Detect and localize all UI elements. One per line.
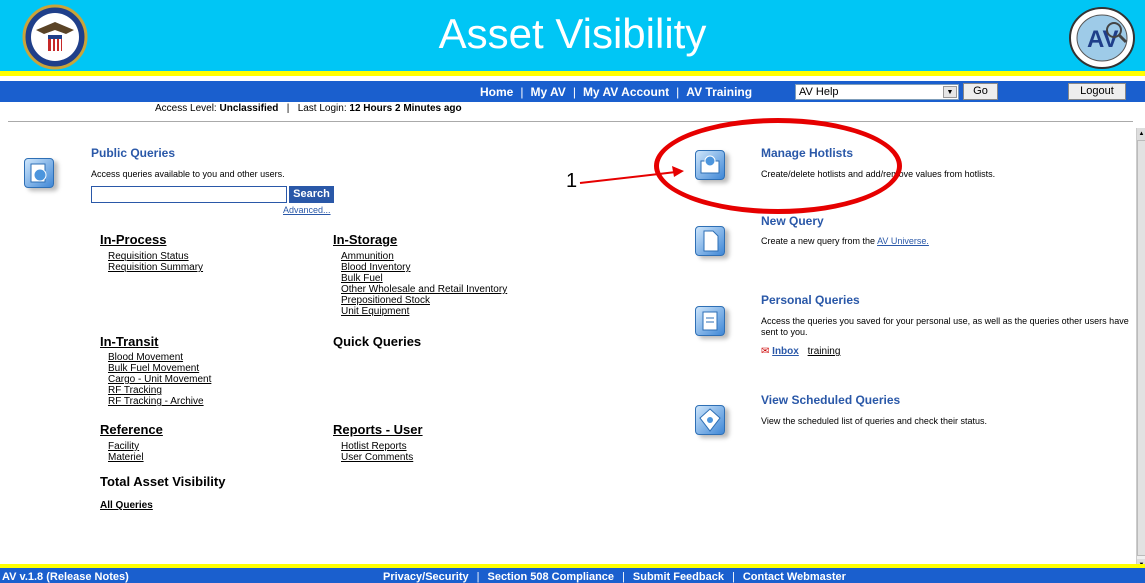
total-asset-visibility-title[interactable]: Total Asset Visibility [100,474,225,489]
advanced-search-link[interactable]: Advanced... [283,205,331,215]
footer-separator: | [476,571,480,583]
list-item[interactable]: Bulk Fuel Movement [108,363,211,374]
list-item[interactable]: Materiel [108,452,144,463]
search-input[interactable] [91,186,287,203]
scroll-thumb[interactable] [1137,140,1145,556]
list-item[interactable]: Facility [108,441,144,452]
all-queries-list: All Queries [100,500,153,511]
new-query-title[interactable]: New Query [761,214,824,228]
in-transit-list: Blood Movement Bulk Fuel Movement Cargo … [108,352,211,407]
scheduled-queries-description: View the scheduled list of queries and c… [761,416,987,426]
list-item[interactable]: User Comments [341,452,413,463]
nav-links: Home | My AV | My AV Account | AV Training [480,85,752,99]
in-storage-list: Ammunition Blood Inventory Bulk Fuel Oth… [341,251,507,317]
reference-list: Facility Materiel [108,441,144,463]
in-process-list: Requisition Status Requisition Summary [108,251,203,273]
nav-home-link[interactable]: Home [480,85,513,99]
nav-my-av-account-link[interactable]: My AV Account [583,85,669,99]
help-select[interactable]: AV Help ▼ [795,84,959,100]
in-process-title[interactable]: In-Process [100,232,166,247]
scheduled-queries-title[interactable]: View Scheduled Queries [761,393,900,407]
svg-text:AV: AV [1087,26,1119,53]
list-item[interactable]: Prepositioned Stock [341,295,507,306]
footer-links: Privacy/Security | Section 508 Compliance |… [383,571,846,583]
list-item[interactable]: RF Tracking - Archive [108,396,211,407]
inbox-link[interactable]: Inbox [772,346,799,357]
nav-separator: | [572,85,576,99]
all-queries-link[interactable]: All Queries [100,500,153,511]
list-item[interactable]: Other Wholesale and Retail Inventory [341,284,507,295]
public-queries-icon[interactable] [24,158,54,188]
nav-separator: | [676,85,680,99]
training-link[interactable]: training [808,346,841,357]
list-item[interactable]: Unit Equipment [341,306,507,317]
list-item[interactable]: Bulk Fuel [341,273,507,284]
section-508-link[interactable]: Section 508 Compliance [487,571,614,583]
search-button[interactable]: Search [289,186,334,203]
nav-separator: | [520,85,524,99]
app-title: Asset Visibility [438,10,707,57]
nav-bar: Home | My AV | My AV Account | AV Training AV … [0,81,1145,102]
reference-title[interactable]: Reference [100,422,163,437]
public-queries-description: Access queries available to you and othe… [91,169,285,179]
list-item[interactable]: Requisition Status [108,251,203,262]
access-separator: | [281,103,295,114]
version-release-notes-link[interactable]: AV v.1.8 (Release Notes) [2,571,129,583]
nav-av-training-link[interactable]: AV Training [686,85,752,99]
in-storage-title[interactable]: In-Storage [333,232,397,247]
header-banner: Asset Visibility AV [0,0,1145,76]
quick-queries-title[interactable]: Quick Queries [333,334,421,349]
access-info: Access Level: Unclassified | Last Login:… [155,103,462,114]
list-item[interactable]: Cargo - Unit Movement [108,374,211,385]
annotation-number: 1 [566,170,578,192]
last-login-value: 12 Hours 2 Minutes ago [349,103,462,114]
list-item[interactable]: Requisition Summary [108,262,203,273]
footer-separator: | [622,571,625,583]
vertical-scrollbar[interactable]: ▲ ▼ [1136,128,1145,579]
list-item[interactable]: Blood Movement [108,352,211,363]
new-query-icon[interactable] [695,226,725,256]
list-item[interactable]: RF Tracking [108,385,211,396]
access-level-label: Access Level: [155,103,217,114]
go-button[interactable]: Go [963,83,998,100]
av-universe-link[interactable]: AV Universe. [877,236,929,246]
personal-queries-title[interactable]: Personal Queries [761,293,860,307]
annotation-ellipse [654,118,902,214]
annotation-arrow-icon [579,166,684,184]
new-query-description: Create a new query from the AV Universe. [761,236,929,246]
personal-queries-icon[interactable] [695,306,725,336]
list-item[interactable]: Hotlist Reports [341,441,413,452]
privacy-security-link[interactable]: Privacy/Security [383,571,469,583]
scheduled-queries-icon[interactable] [695,405,725,435]
new-query-description-text: Create a new query from the [761,236,878,246]
access-level-value: Unclassified [219,103,279,114]
av-logo: AV [1068,6,1136,70]
logout-button[interactable]: Logout [1068,83,1126,100]
last-login-label: Last Login: [297,103,347,114]
help-select-value: AV Help [799,86,839,98]
in-transit-title[interactable]: In-Transit [100,334,159,349]
personal-queries-description: Access the queries you saved for your pe… [761,316,1129,337]
list-item[interactable]: Ammunition [341,251,507,262]
reports-user-title[interactable]: Reports - User [333,422,423,437]
footer-separator: | [731,571,735,583]
nav-my-av-link[interactable]: My AV [530,85,565,99]
public-queries-title[interactable]: Public Queries [91,146,175,160]
inbox-envelope-icon[interactable]: ✉ [761,346,769,357]
reports-user-list: Hotlist Reports User Comments [341,441,413,463]
submit-feedback-link[interactable]: Submit Feedback [633,571,724,583]
list-item[interactable]: Blood Inventory [341,262,507,273]
inbox-row: ✉ Inbox training [761,346,840,357]
dropdown-arrow-icon[interactable]: ▼ [943,86,957,98]
scroll-up-icon[interactable]: ▲ [1137,128,1145,140]
contact-webmaster-link[interactable]: Contact Webmaster [743,571,846,583]
footer-bar: AV v.1.8 (Release Notes) Privacy/Securit… [0,564,1145,583]
divider [8,121,1133,122]
